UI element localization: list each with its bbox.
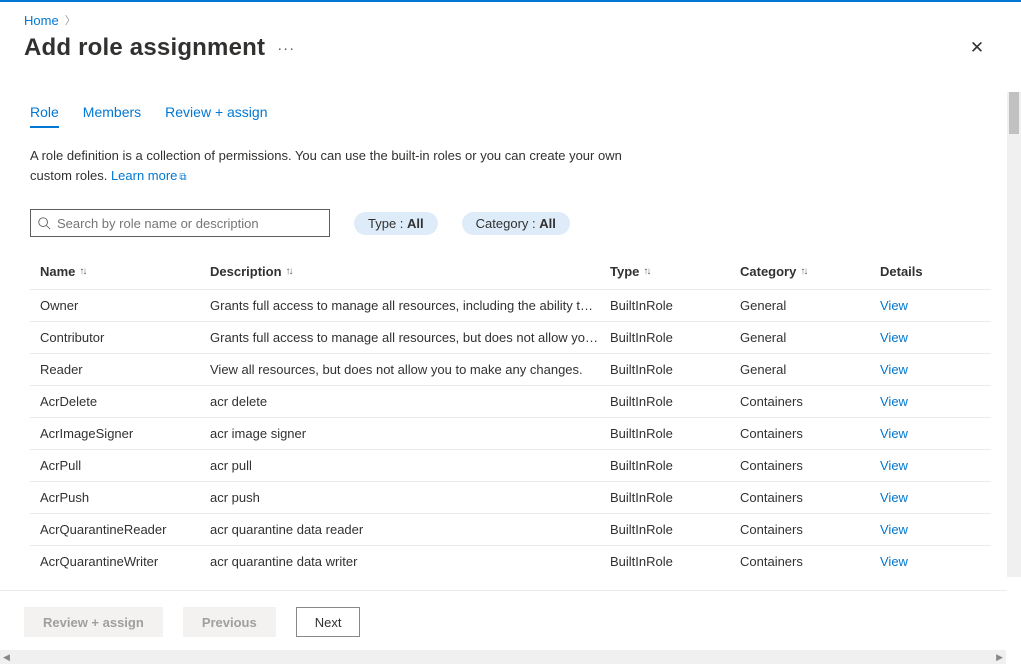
role-type: BuiltInRole (610, 522, 740, 537)
role-description: acr quarantine data reader (210, 522, 610, 537)
role-description: Grants full access to manage all resourc… (210, 298, 610, 313)
table-row[interactable]: ContributorGrants full access to manage … (30, 321, 991, 353)
column-name[interactable]: Name↑↓ (40, 264, 210, 279)
breadcrumb-home[interactable]: Home (24, 13, 59, 28)
view-details-link[interactable]: View (880, 330, 980, 345)
role-category: Containers (740, 490, 880, 505)
role-category: Containers (740, 554, 880, 569)
role-name: Contributor (40, 330, 210, 345)
scroll-right-icon[interactable]: ▶ (996, 652, 1003, 663)
role-category: Containers (740, 522, 880, 537)
next-button[interactable]: Next (296, 607, 361, 637)
table-row[interactable]: AcrQuarantineReaderacr quarantine data r… (30, 513, 991, 545)
role-type: BuiltInRole (610, 458, 740, 473)
role-category: General (740, 298, 880, 313)
role-name: AcrImageSigner (40, 426, 210, 441)
role-description: acr delete (210, 394, 610, 409)
role-category: General (740, 330, 880, 345)
filter-type[interactable]: Type : All (354, 212, 438, 235)
view-details-link[interactable]: View (880, 426, 980, 441)
role-description: acr quarantine data writer (210, 554, 610, 569)
role-type: BuiltInRole (610, 298, 740, 313)
column-description[interactable]: Description↑↓ (210, 264, 610, 279)
chevron-right-icon: 〉 (65, 12, 76, 28)
table-row[interactable]: ReaderView all resources, but does not a… (30, 353, 991, 385)
column-category[interactable]: Category↑↓ (740, 264, 880, 279)
filter-category[interactable]: Category : All (462, 212, 570, 235)
table-row[interactable]: AcrImageSigneracr image signerBuiltInRol… (30, 417, 991, 449)
search-icon (37, 216, 51, 230)
search-input[interactable] (30, 209, 330, 237)
view-details-link[interactable]: View (880, 394, 980, 409)
close-icon[interactable]: ✕ (963, 34, 991, 62)
view-details-link[interactable]: View (880, 490, 980, 505)
sort-icon: ↑↓ (79, 266, 85, 277)
role-type: BuiltInRole (610, 362, 740, 377)
view-details-link[interactable]: View (880, 362, 980, 377)
role-description: View all resources, but does not allow y… (210, 362, 610, 377)
breadcrumb: Home 〉 (24, 12, 997, 28)
learn-more-link[interactable]: Learn more⧉ (111, 168, 187, 183)
tab-role[interactable]: Role (30, 104, 59, 128)
search-field[interactable] (51, 216, 323, 231)
more-menu-icon[interactable]: ··· (265, 40, 307, 57)
table-row[interactable]: AcrQuarantineWriteracr quarantine data w… (30, 545, 991, 577)
table-header: Name↑↓ Description↑↓ Type↑↓ Category↑↓ D… (30, 253, 991, 289)
role-name: AcrPull (40, 458, 210, 473)
role-name: AcrQuarantineReader (40, 522, 210, 537)
role-name: Reader (40, 362, 210, 377)
role-type: BuiltInRole (610, 394, 740, 409)
role-name: Owner (40, 298, 210, 313)
table-row[interactable]: AcrDeleteacr deleteBuiltInRoleContainers… (30, 385, 991, 417)
role-type: BuiltInRole (610, 490, 740, 505)
role-description: Grants full access to manage all resourc… (210, 330, 610, 345)
tabs: Role Members Review + assign (30, 104, 991, 128)
role-category: General (740, 362, 880, 377)
sort-icon: ↑↓ (800, 266, 806, 277)
role-name: AcrPush (40, 490, 210, 505)
tab-review-assign[interactable]: Review + assign (165, 104, 267, 128)
table-row[interactable]: AcrPullacr pullBuiltInRoleContainersView (30, 449, 991, 481)
role-description: acr pull (210, 458, 610, 473)
sort-icon: ↑↓ (286, 266, 292, 277)
page-description: A role definition is a collection of per… (30, 146, 660, 185)
tab-members[interactable]: Members (83, 104, 141, 128)
table-row[interactable]: OwnerGrants full access to manage all re… (30, 289, 991, 321)
role-type: BuiltInRole (610, 426, 740, 441)
vertical-scrollbar[interactable] (1007, 92, 1021, 577)
role-category: Containers (740, 394, 880, 409)
scroll-left-icon[interactable]: ◀ (3, 652, 10, 663)
role-type: BuiltInRole (610, 330, 740, 345)
horizontal-scrollbar[interactable]: ◀ ▶ (0, 650, 1006, 664)
view-details-link[interactable]: View (880, 298, 980, 313)
review-assign-button: Review + assign (24, 607, 163, 637)
table-row[interactable]: AcrPushacr pushBuiltInRoleContainersView (30, 481, 991, 513)
role-description: acr push (210, 490, 610, 505)
sort-icon: ↑↓ (643, 266, 649, 277)
view-details-link[interactable]: View (880, 458, 980, 473)
scrollbar-thumb[interactable] (1009, 92, 1019, 134)
footer-bar: Review + assign Previous Next (0, 590, 1007, 650)
view-details-link[interactable]: View (880, 554, 980, 569)
role-category: Containers (740, 426, 880, 441)
role-name: AcrDelete (40, 394, 210, 409)
column-type[interactable]: Type↑↓ (610, 264, 740, 279)
role-description: acr image signer (210, 426, 610, 441)
roles-table: Name↑↓ Description↑↓ Type↑↓ Category↑↓ D… (30, 253, 991, 577)
previous-button: Previous (183, 607, 276, 637)
external-link-icon: ⧉ (179, 172, 186, 183)
role-category: Containers (740, 458, 880, 473)
role-name: AcrQuarantineWriter (40, 554, 210, 569)
view-details-link[interactable]: View (880, 522, 980, 537)
page-title: Add role assignment (24, 34, 265, 62)
role-type: BuiltInRole (610, 554, 740, 569)
column-details: Details (880, 264, 980, 279)
